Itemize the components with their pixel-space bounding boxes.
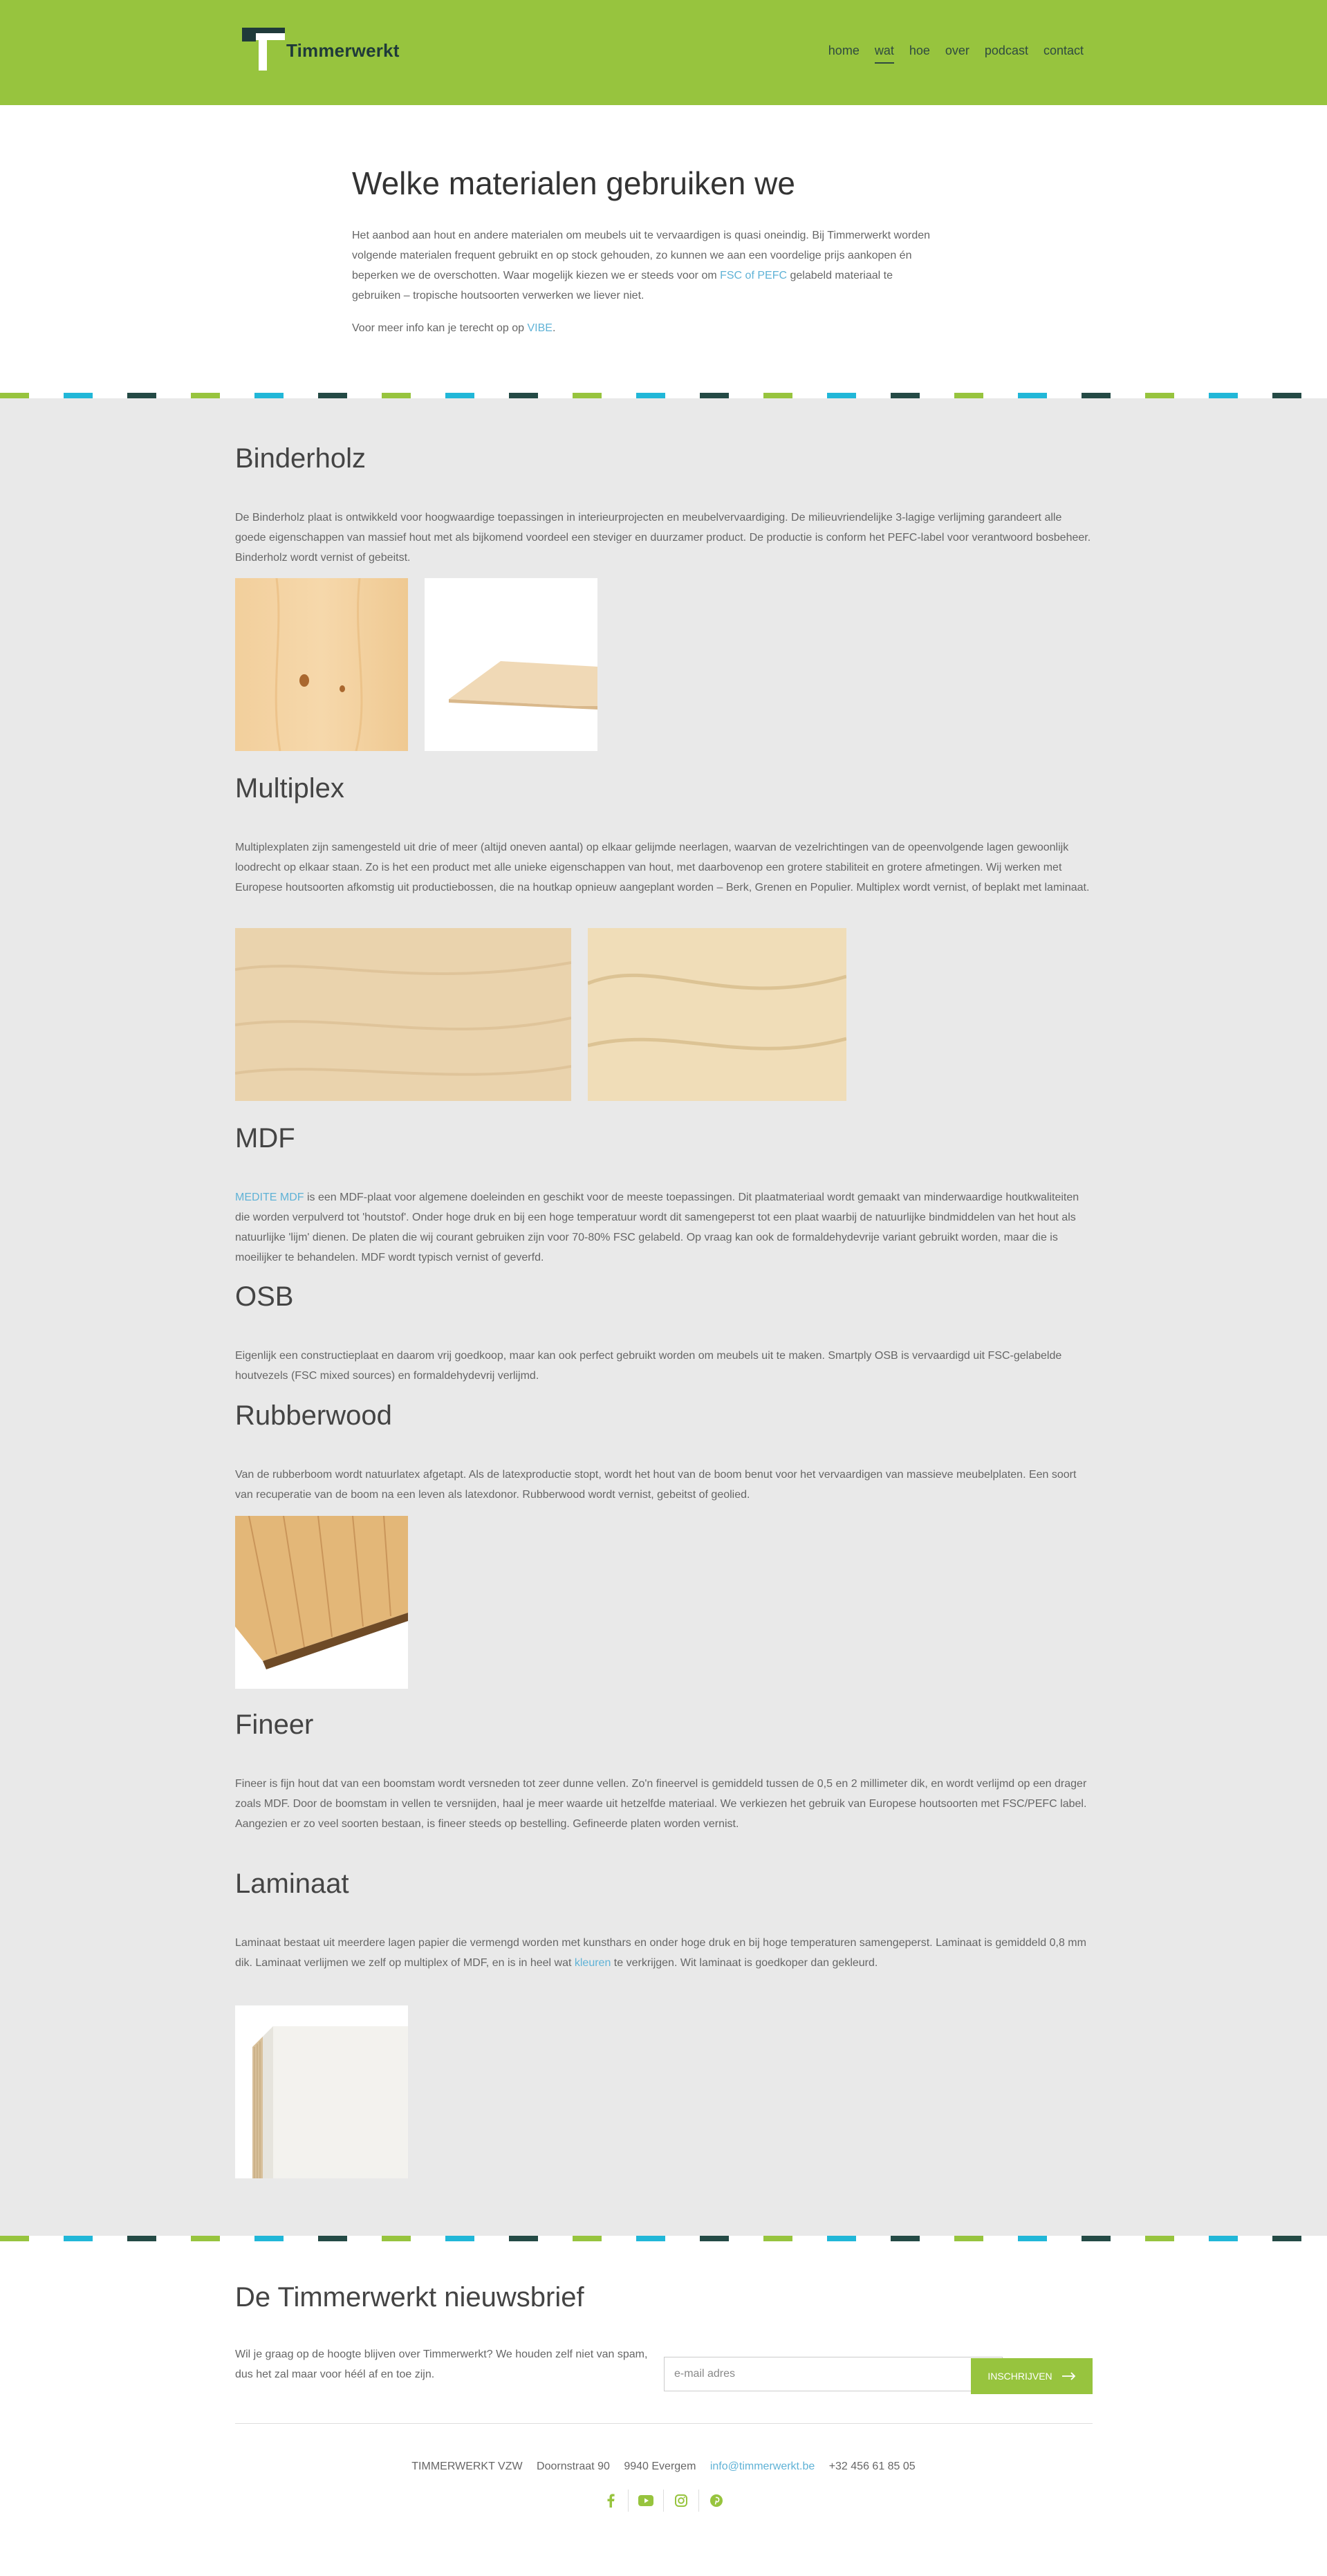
page-title: Welke materialen gebruiken we — [352, 165, 795, 201]
pinterest-icon[interactable] — [699, 2490, 734, 2512]
decorative-stripe — [0, 393, 1327, 398]
material-rubberwood: Rubberwood Van de rubberboom wordt natuu… — [235, 1400, 1093, 1505]
material-description: De Binderholz plaat is ontwikkeld voor h… — [235, 512, 1091, 564]
material-title: MDF — [235, 1123, 295, 1153]
subscribe-label: INSCHRIJVEN — [987, 2371, 1052, 2382]
nav-wat[interactable]: wat — [874, 44, 894, 64]
medite-mdf-link[interactable]: MEDITE MDF — [235, 1192, 304, 1203]
material-description: Multiplexplaten zijn samengesteld uit dr… — [235, 842, 1090, 893]
material-mdf: MDF MEDITE MDF is een MDF-plaat voor alg… — [235, 1123, 1093, 1268]
nav-podcast[interactable]: podcast — [985, 44, 1028, 64]
material-laminaat: Laminaat Laminaat bestaat uit meerdere l… — [235, 1869, 1093, 1973]
timmerwerkt-logo-icon[interactable] — [242, 28, 285, 71]
material-title: Rubberwood — [235, 1400, 392, 1431]
mdf-text: is een MDF-plaat voor algemene doeleinde… — [235, 1192, 1079, 1263]
nav-hoe[interactable]: hoe — [909, 44, 930, 64]
nav-over[interactable]: over — [945, 44, 969, 64]
material-title: Binderholz — [235, 443, 366, 474]
social-links — [0, 2490, 1327, 2512]
material-title: Laminaat — [235, 1869, 349, 1899]
youtube-icon[interactable] — [629, 2490, 664, 2512]
facebook-icon[interactable] — [593, 2490, 629, 2512]
material-fineer: Fineer Fineer is fijn hout dat van een b… — [235, 1709, 1093, 1834]
multiplex-veneer-image — [588, 928, 846, 1101]
main-nav: home wat hoe over podcast contact — [828, 44, 1084, 64]
kleuren-link[interactable]: kleuren — [575, 1957, 611, 1969]
laminaat-images — [235, 2005, 408, 2178]
footer-org: TIMMERWERKT VZW — [411, 2461, 523, 2472]
fsc-pefc-link[interactable]: FSC of PEFC — [720, 270, 787, 281]
material-description: Eigenlijk een constructieplaat en daarom… — [235, 1350, 1062, 1382]
footer-city: 9940 Evergem — [624, 2461, 696, 2472]
decorative-stripe — [0, 2236, 1327, 2241]
binderholz-images — [235, 578, 597, 751]
newsletter-description: Wil je graag op de hoogte blijven over T… — [235, 2348, 648, 2380]
binderholz-wood-texture-image — [235, 578, 408, 751]
subscribe-button[interactable]: INSCHRIJVEN — [971, 2358, 1093, 2394]
more-info-text: Voor meer info kan je terecht op op — [352, 322, 528, 334]
material-description: Laminaat bestaat uit meerdere lagen papi… — [235, 1933, 1093, 1973]
vibe-link[interactable]: VIBE — [527, 322, 552, 334]
material-description: MEDITE MDF is een MDF-plaat voor algemen… — [235, 1187, 1093, 1268]
newsletter-section: De Timmerwerkt nieuwsbrief Wil je graag … — [235, 2282, 1093, 2394]
email-field[interactable] — [664, 2357, 1003, 2391]
material-description: Fineer is fijn hout dat van een boomstam… — [235, 1778, 1087, 1830]
material-title: OSB — [235, 1281, 294, 1312]
material-title: Fineer — [235, 1709, 314, 1740]
more-info-period: . — [552, 322, 556, 334]
rubberwood-images — [235, 1516, 408, 1689]
laminaat-text-b: te verkrijgen. Wit laminaat is goedkoper… — [611, 1957, 878, 1969]
laminaat-board-image — [235, 2005, 408, 2178]
footer-email-link[interactable]: info@timmerwerkt.be — [710, 2461, 815, 2472]
nav-contact[interactable]: contact — [1043, 44, 1084, 64]
intro-section: Welke materialen gebruiken we Het aanbod… — [352, 165, 933, 338]
material-title: Multiplex — [235, 773, 344, 804]
arrow-right-icon — [1061, 2372, 1075, 2380]
intro-more-info: Voor meer info kan je terecht op op VIBE… — [352, 318, 933, 338]
material-osb: OSB Eigenlijk een constructieplaat en da… — [235, 1281, 1093, 1386]
multiplex-texture-image — [235, 928, 571, 1101]
brand-name[interactable]: Timmerwerkt — [286, 40, 400, 62]
footer-phone: +32 456 61 85 05 — [828, 2461, 916, 2472]
material-description: Van de rubberboom wordt natuurlatex afge… — [235, 1469, 1077, 1501]
multiplex-images — [235, 928, 846, 1101]
rubberwood-board-image — [235, 1516, 408, 1689]
instagram-icon[interactable] — [664, 2490, 699, 2512]
material-multiplex: Multiplex Multiplexplaten zijn samengest… — [235, 773, 1093, 898]
footer-street: Doornstraat 90 — [537, 2461, 610, 2472]
footer-divider — [235, 2423, 1093, 2424]
nav-home[interactable]: home — [828, 44, 860, 64]
site-footer: TIMMERWERKT VZW Doornstraat 90 9940 Ever… — [0, 2461, 1327, 2473]
binderholz-board-image — [425, 578, 597, 751]
material-binderholz: Binderholz De Binderholz plaat is ontwik… — [235, 443, 1093, 568]
intro-paragraph: Het aanbod aan hout en andere materialen… — [352, 225, 933, 306]
newsletter-title: De Timmerwerkt nieuwsbrief — [235, 2282, 584, 2313]
site-header: Timmerwerkt home wat hoe over podcast co… — [0, 0, 1327, 105]
